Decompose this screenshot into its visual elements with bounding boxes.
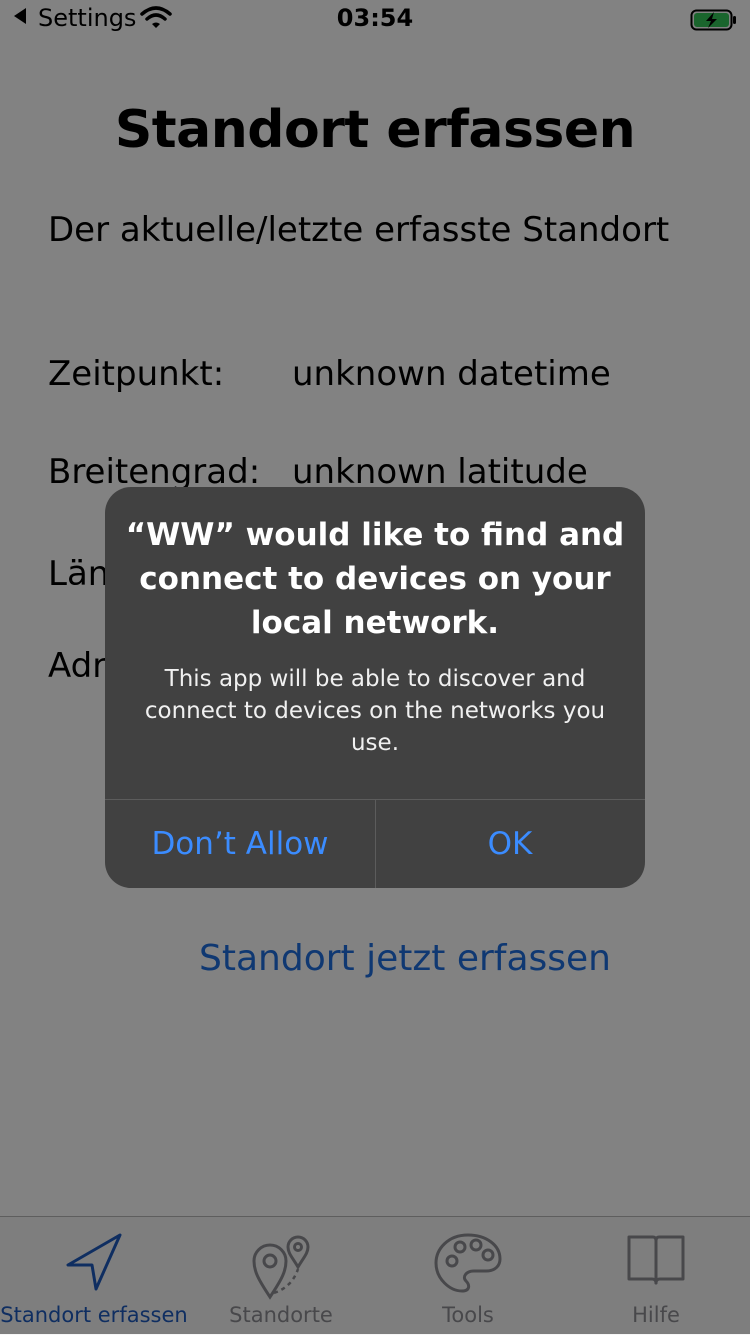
alert-message: This app will be able to discover and co… — [144, 666, 606, 756]
app-screen: Settings 03:54 Standort erfassen Der akt… — [0, 0, 750, 1335]
ok-button[interactable]: OK — [375, 800, 645, 888]
alert-title: “WW” would like to find and connect to d… — [125, 517, 625, 641]
local-network-permission-alert: “WW” would like to find and connect to d… — [105, 487, 645, 888]
dont-allow-button[interactable]: Don’t Allow — [105, 800, 375, 888]
